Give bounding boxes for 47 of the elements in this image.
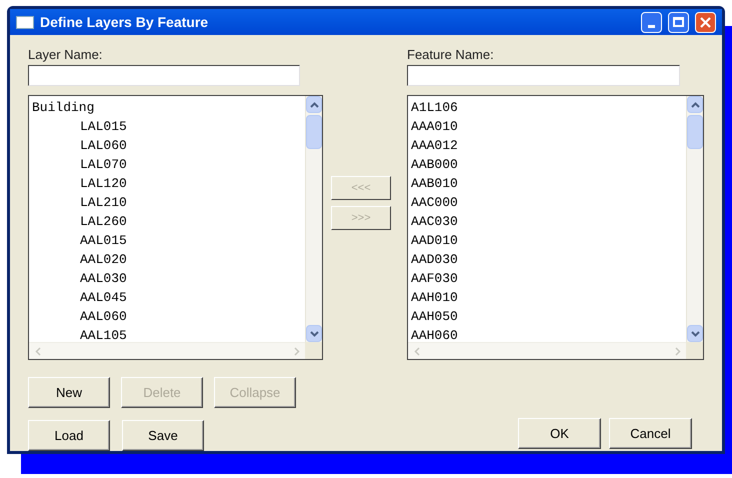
feature-name-label: Feature Name:: [407, 46, 495, 64]
tree-item[interactable]: LAL260: [32, 212, 306, 231]
layer-name-field[interactable]: [28, 65, 300, 86]
minimize-button[interactable]: [641, 12, 662, 32]
feature-list-item[interactable]: AAB010: [411, 174, 686, 193]
tree-item[interactable]: AAL105: [32, 326, 306, 342]
window-icon: [16, 16, 34, 28]
button[interactable]: Cancel: [609, 418, 692, 449]
feature-list-item[interactable]: AAA012: [411, 136, 686, 155]
feature-list-item[interactable]: AAA010: [411, 117, 686, 136]
feature-list-item[interactable]: AAC030: [411, 212, 686, 231]
tree-item[interactable]: LAL070: [32, 155, 306, 174]
feature-list-item[interactable]: AAH060: [411, 326, 686, 342]
feature-list-item[interactable]: AAD010: [411, 231, 686, 250]
feature-list-item[interactable]: AAH010: [411, 288, 686, 307]
tree-item[interactable]: AAL045: [32, 288, 306, 307]
vertical-scrollbar[interactable]: [686, 96, 703, 342]
tree-item[interactable]: LAL210: [32, 193, 306, 212]
button[interactable]: Load: [28, 420, 110, 451]
tree-item[interactable]: AAL060: [32, 307, 306, 326]
window-title: Define Layers By Feature: [40, 12, 210, 32]
vertical-scrollbar[interactable]: [305, 96, 322, 342]
feature-list-item[interactable]: AAC000: [411, 193, 686, 212]
feature-list-item[interactable]: AAD030: [411, 250, 686, 269]
scrollbar-corner: [686, 342, 703, 359]
scrollbar-corner: [305, 342, 322, 359]
button[interactable]: OK: [518, 418, 602, 449]
maximize-button[interactable]: [668, 12, 689, 32]
feature-list-item[interactable]: AAB000: [411, 155, 686, 174]
close-icon[interactable]: [700, 16, 711, 28]
close-button[interactable]: [695, 12, 716, 32]
tree-item[interactable]: Building: [32, 98, 306, 117]
feature-list-item[interactable]: AAF030: [411, 269, 686, 288]
tree-item[interactable]: LAL015: [32, 117, 306, 136]
tree-item[interactable]: AAL030: [32, 269, 306, 288]
tree-item[interactable]: AAL015: [32, 231, 306, 250]
tree-item[interactable]: LAL060: [32, 136, 306, 155]
layer-name-label: Layer Name:: [28, 46, 104, 64]
feature-list-item[interactable]: A1L106: [411, 98, 686, 117]
tree-item[interactable]: AAL020: [32, 250, 306, 269]
button[interactable]: Save: [122, 420, 204, 451]
tree-item[interactable]: LAL120: [32, 174, 306, 193]
scroll-thumb[interactable]: [687, 115, 703, 149]
scroll-thumb[interactable]: [306, 115, 322, 149]
feature-list-item[interactable]: AAH050: [411, 307, 686, 326]
button[interactable]: New: [28, 377, 110, 408]
feature-name-field[interactable]: [407, 65, 680, 86]
